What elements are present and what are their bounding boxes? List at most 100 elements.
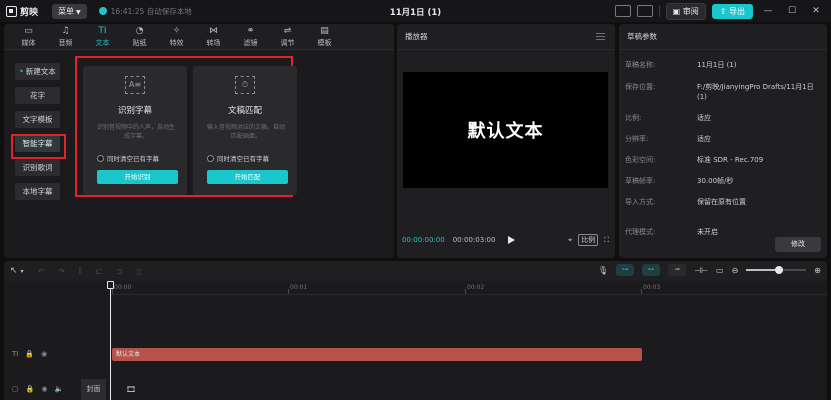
fullscreen-icon[interactable]: ⛶ bbox=[604, 236, 609, 245]
eye-icon[interactable]: ◉ bbox=[41, 385, 47, 393]
property-value: 30.00帧/秒 bbox=[697, 177, 734, 185]
close-icon[interactable]: ✕ bbox=[807, 6, 825, 16]
focus-icon[interactable]: ⌖ bbox=[568, 236, 572, 245]
clear-subtitles-checkbox[interactable]: 同时清空已有字幕 bbox=[97, 153, 159, 163]
properties-header: 草稿参数 bbox=[619, 24, 827, 50]
tab-transition[interactable]: ⋈ 转场 bbox=[195, 24, 232, 49]
property-label: 草稿帧率: bbox=[625, 177, 656, 185]
playhead[interactable] bbox=[107, 281, 114, 400]
review-icon: ▣ bbox=[672, 6, 683, 16]
export-label: 导出 bbox=[729, 6, 745, 16]
keyboard-icon[interactable] bbox=[614, 5, 631, 17]
tab-effects[interactable]: ✧ 特效 bbox=[158, 24, 195, 49]
player-panel: 播放器 默认文本 00:00:00:00 00:00:03:00 ⌖ 比例 ⛶ bbox=[397, 24, 615, 258]
undo-icon[interactable]: ↶ bbox=[38, 267, 45, 276]
tab-template[interactable]: ▤ 模板 bbox=[306, 24, 343, 49]
property-label: 分辨率: bbox=[625, 135, 649, 143]
zoom-out-icon[interactable]: ⊖ bbox=[732, 266, 739, 275]
menu-button[interactable]: 菜单 ▼ bbox=[52, 3, 87, 19]
maximize-icon[interactable]: ☐ bbox=[783, 6, 801, 16]
sidebar-item-label: 本地字幕 bbox=[22, 187, 53, 196]
transition-icon: ⋈ bbox=[209, 25, 218, 36]
sidebar-item-label: 识别歌词 bbox=[22, 163, 53, 172]
property-label: 保存位置: bbox=[625, 83, 656, 91]
title-bar: 剪映 菜单 ▼ 16:41:25 自动保存本地 11月1日 (1) ▣ 审阅 ⇪ … bbox=[0, 0, 831, 22]
play-icon[interactable] bbox=[508, 236, 516, 244]
card-description: 输入音视频对应的文稿，自动匹配画面。 bbox=[207, 124, 286, 140]
zoom-knob[interactable] bbox=[775, 266, 784, 274]
property-value: 适应 bbox=[697, 135, 711, 143]
chevron-down-icon[interactable]: ▾ bbox=[21, 268, 24, 275]
split-icon[interactable]: ⫿ bbox=[79, 266, 82, 276]
card-title: 文稿匹配 bbox=[227, 106, 262, 116]
text-clip[interactable]: 默认文本 bbox=[112, 348, 642, 361]
main-track-magnet-icon[interactable]: ⊶ bbox=[616, 264, 635, 276]
playhead-handle[interactable] bbox=[107, 281, 114, 289]
filter-icon: ⚭ bbox=[246, 25, 255, 36]
clear-subtitles-checkbox[interactable]: 同时清空已有字幕 bbox=[207, 153, 269, 163]
card-title: 识别字幕 bbox=[117, 106, 152, 116]
property-value: 标准 SDR - Rec.709 bbox=[697, 156, 764, 164]
minimize-icon[interactable]: — bbox=[759, 6, 777, 16]
video-preview[interactable]: 默认文本 bbox=[403, 72, 608, 188]
property-value: F:/剪映/JianyingPro Drafts/11月1日 (1) bbox=[697, 83, 814, 101]
tab-media[interactable]: ▭ 媒体 bbox=[10, 24, 47, 49]
check-icon bbox=[98, 7, 107, 15]
review-label: 审阅 bbox=[682, 6, 699, 16]
sidebar-item-0[interactable]: • 新建文本 bbox=[15, 63, 60, 80]
lock-icon[interactable]: 🔒 bbox=[26, 385, 35, 393]
eye-icon[interactable]: ◉ bbox=[41, 350, 47, 358]
lock-icon[interactable]: 🔒 bbox=[25, 350, 34, 358]
sidebar-item-1[interactable]: 花字 bbox=[15, 87, 60, 104]
media-panel: ▭ 媒体 ♫ 音频 TI 文本 ◔ 贴纸 ✧ 特效 ⋈ 转场 ⚭ 滤镜 ⇌ 调节 ▤ 模板 • 新建文本花字文字模板… bbox=[4, 24, 394, 258]
cards-highlight: A≡ 识别字幕 识别音视频中的人声，自动生成字幕。 同时清空已有字幕 开始识别 … bbox=[75, 56, 297, 197]
select-cursor-icon[interactable]: ↖ bbox=[10, 266, 18, 276]
app-logo: 剪映 bbox=[6, 5, 38, 18]
review-button[interactable]: ▣ 审阅 bbox=[665, 2, 706, 20]
sidebar-item-label: 文字模板 bbox=[22, 115, 53, 124]
tab-text[interactable]: TI 文本 bbox=[84, 24, 121, 49]
template-icon: ▤ bbox=[320, 25, 329, 36]
ruler-tick bbox=[641, 289, 642, 294]
tab-label: 特效 bbox=[169, 38, 184, 47]
cover-button[interactable]: 封面 bbox=[81, 379, 106, 400]
current-time: 00:00:00:00 bbox=[402, 236, 445, 244]
audio-mute-icon[interactable]: 🔈 bbox=[54, 385, 63, 393]
property-value: 未开启 bbox=[697, 228, 718, 236]
text-icon: TI bbox=[98, 25, 107, 36]
redo-icon[interactable]: ↷ bbox=[58, 267, 65, 276]
auto-snap-icon[interactable]: ⊷ bbox=[642, 264, 661, 276]
start-match-button[interactable]: 开始匹配 bbox=[207, 170, 288, 184]
layout-icon[interactable] bbox=[636, 5, 653, 17]
sidebar-item-2[interactable]: 文字模板 bbox=[15, 111, 60, 128]
timeline[interactable]: 00:00 00:01 00:02 00:03 TI 🔒 ◉ 默认文本 ▢ 🔒 ◉ 🔈… bbox=[4, 281, 827, 400]
preview-axis-icon[interactable]: ⊣⊢ bbox=[694, 266, 708, 275]
zoom-in-icon[interactable]: ⊕ bbox=[814, 266, 821, 275]
split-right-icon[interactable]: ⊐ bbox=[116, 267, 123, 276]
card-description: 识别音视频中的人声，自动生成字幕。 bbox=[97, 124, 176, 140]
delete-icon[interactable]: ▯ bbox=[137, 267, 141, 276]
ruler-tick bbox=[288, 289, 289, 294]
timeline-settings-icon[interactable]: ▭ bbox=[716, 266, 724, 275]
export-button[interactable]: ⇪ 导出 bbox=[711, 3, 753, 19]
recognize-subtitle-card: A≡ 识别字幕 识别音视频中的人声，自动生成字幕。 同时清空已有字幕 开始识别 bbox=[83, 66, 187, 195]
tab-sticker[interactable]: ◔ 贴纸 bbox=[121, 24, 158, 49]
tab-adjust[interactable]: ⇌ 调节 bbox=[269, 24, 306, 49]
edit-button[interactable]: 修改 bbox=[775, 237, 821, 252]
tab-filter[interactable]: ⚭ 滤镜 bbox=[232, 24, 269, 49]
start-recognize-button[interactable]: 开始识别 bbox=[97, 170, 178, 184]
linkage-icon[interactable]: ⊸ bbox=[668, 264, 687, 276]
tab-label: 文本 bbox=[95, 38, 110, 47]
menu-icon[interactable] bbox=[596, 33, 605, 40]
text-track-icon: TI bbox=[12, 350, 19, 358]
time-ruler[interactable]: 00:00 00:01 00:02 00:03 bbox=[108, 281, 827, 295]
microphone-icon[interactable]: 🎙 bbox=[598, 266, 608, 275]
tab-label: 转场 bbox=[206, 38, 221, 47]
checkbox-icon bbox=[207, 154, 214, 162]
tab-audio[interactable]: ♫ 音频 bbox=[47, 24, 84, 49]
sidebar-item-5[interactable]: 本地字幕 bbox=[15, 183, 60, 200]
zoom-slider[interactable] bbox=[746, 266, 807, 274]
split-left-icon[interactable]: ⊏ bbox=[96, 267, 103, 276]
ratio-button[interactable]: 比例 bbox=[578, 234, 599, 246]
sidebar-item-4[interactable]: 识别歌词 bbox=[15, 159, 60, 176]
